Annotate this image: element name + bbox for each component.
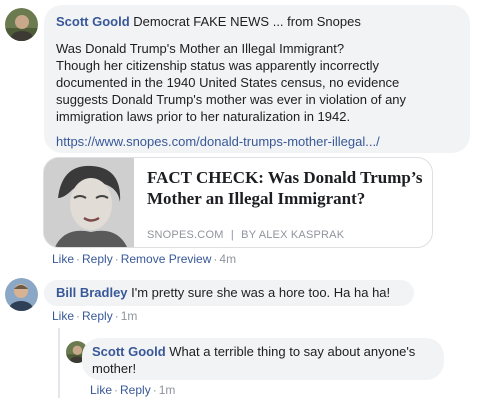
avatar-photo-icon <box>5 278 38 311</box>
comment-author-link[interactable]: Bill Bradley <box>56 285 128 300</box>
like-button[interactable]: Like <box>52 309 74 323</box>
reply-button[interactable]: Reply <box>82 252 113 266</box>
like-button[interactable]: Like <box>90 383 112 397</box>
remove-preview-button[interactable]: Remove Preview <box>121 252 212 266</box>
snopes-link[interactable]: https://www.snopes.com/donald-trumps-mot… <box>56 133 458 150</box>
comment-body-line: documented in the 1940 United States cen… <box>56 75 400 90</box>
comment-actions: Like · Reply · Remove Preview · 4m <box>52 252 237 266</box>
comment-bubble: Scott Goold Democrat FAKE NEWS ... from … <box>44 5 470 153</box>
avatar-photo-icon <box>5 8 38 41</box>
comment-bubble: Bill Bradley I'm pretty sure she was a h… <box>44 280 414 306</box>
timestamp[interactable]: 4m <box>219 252 236 266</box>
comment-intro-text: Democrat FAKE NEWS ... from Snopes <box>129 14 361 29</box>
reply-author-link[interactable]: Scott Goold <box>92 344 166 359</box>
preview-byline: BY ALEX KASPRAK <box>241 229 345 241</box>
comment-text: I'm pretty sure she was a hore too. Ha h… <box>127 285 391 300</box>
comment-header: Scott Goold Democrat FAKE NEWS ... from … <box>56 13 458 30</box>
avatar-scott-goold[interactable] <box>5 8 38 41</box>
comment-body-line: Was Donald Trump's Mother an Illegal Imm… <box>56 41 345 56</box>
like-button[interactable]: Like <box>52 252 74 266</box>
reply-bubble: Scott Goold What a terrible thing to say… <box>82 338 444 380</box>
comment-actions: Like · Reply · 1m <box>52 309 138 323</box>
timestamp[interactable]: 1m <box>121 309 138 323</box>
portrait-photo-icon <box>44 158 134 247</box>
preview-separator: | <box>230 229 234 241</box>
comment-body-line: suggests Donald Trump's mother was ever … <box>56 92 407 107</box>
comment-author-link[interactable]: Scott Goold <box>56 14 130 29</box>
avatar-bill-bradley[interactable] <box>5 278 38 311</box>
reply-thread-line <box>58 328 60 398</box>
reply-text-line: mother! <box>92 361 137 376</box>
reply-text: What a terrible thing to say about anyon… <box>165 344 416 359</box>
preview-meta: SNOPES.COM | BY ALEX KASPRAK <box>147 229 344 241</box>
reply-actions: Like · Reply · 1m <box>90 383 176 397</box>
reply-button[interactable]: Reply <box>120 383 151 397</box>
comment-body-line: immigration laws prior to her naturaliza… <box>56 109 351 124</box>
preview-headline[interactable]: FACT CHECK: Was Donald Trump’s Mother an… <box>147 167 427 209</box>
link-preview-card[interactable]: FACT CHECK: Was Donald Trump’s Mother an… <box>43 157 433 248</box>
comment-body-line: Though her citizenship status was appare… <box>56 58 379 73</box>
timestamp[interactable]: 1m <box>159 383 176 397</box>
preview-source: SNOPES.COM <box>147 229 224 241</box>
reply-button[interactable]: Reply <box>82 309 113 323</box>
preview-thumbnail <box>44 158 134 247</box>
